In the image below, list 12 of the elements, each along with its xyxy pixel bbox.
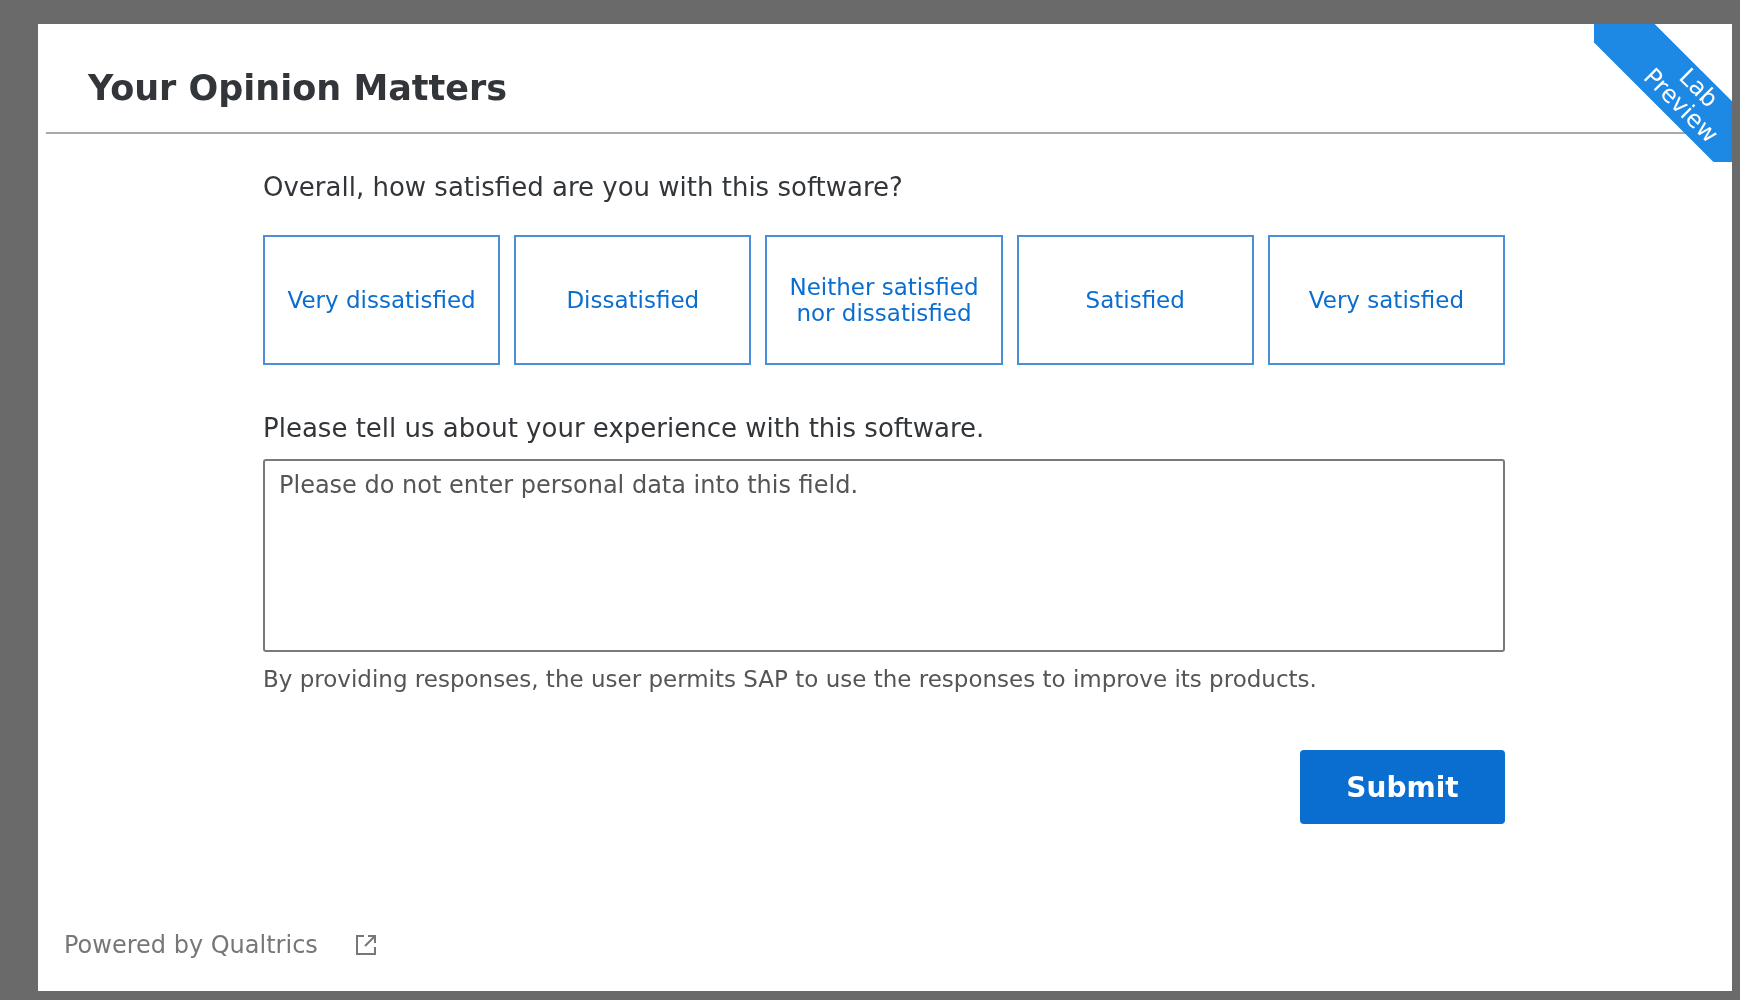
consent-text: By providing responses, the user permits SAP to use the responses to improve its products. <box>263 666 1318 692</box>
comment-field[interactable]: Please do not enter personal data into this field. <box>263 459 1505 652</box>
powered-by-text: Powered by Qualtrics <box>64 931 318 959</box>
question-label: Overall, how satisfied are you with this software? <box>263 172 904 202</box>
external-link-icon[interactable] <box>353 933 378 957</box>
answer-option[interactable]: Very dissatisfied <box>263 235 501 365</box>
comment-label: Please tell us about your experience with this software. <box>263 413 986 443</box>
answer-option[interactable]: Dissatisfied <box>514 235 752 365</box>
submit-button[interactable]: Submit <box>1300 750 1505 824</box>
answer-option[interactable]: Very satisfied <box>1267 235 1505 365</box>
answer-option[interactable]: Neither satisfied nor dissatisfied <box>765 235 1003 365</box>
answer-option[interactable]: Satisfied <box>1016 235 1254 365</box>
